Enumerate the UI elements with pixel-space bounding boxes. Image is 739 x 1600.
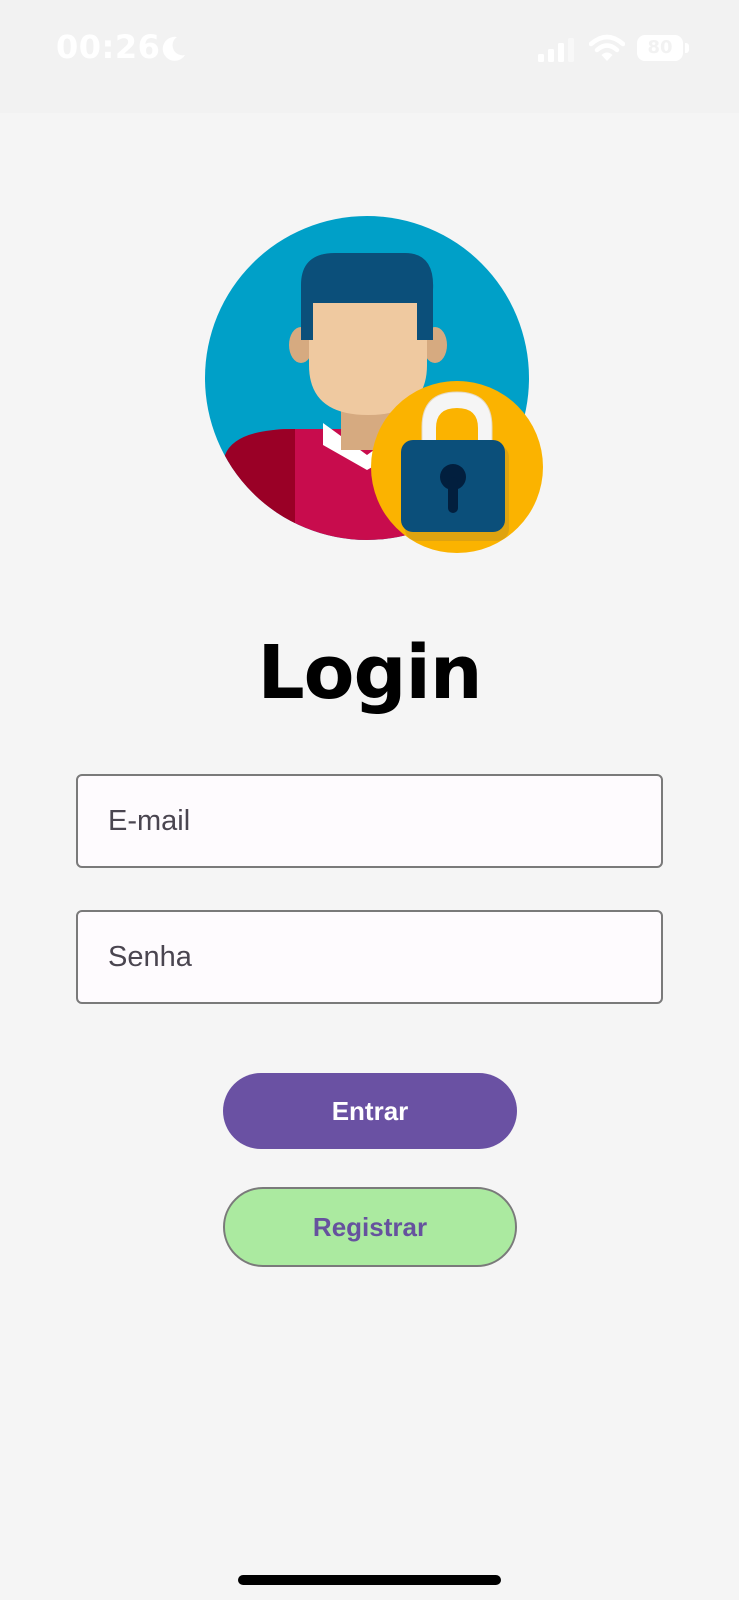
home-indicator[interactable] — [238, 1575, 501, 1585]
signal-icon — [538, 38, 574, 62]
status-time: 00:26 — [56, 28, 161, 66]
page-title: Login — [257, 630, 482, 716]
battery-tip — [685, 43, 689, 53]
status-bar: 00:26 80 — [0, 0, 739, 113]
user-lock-illustration — [205, 216, 543, 553]
moon-icon — [162, 36, 185, 61]
battery-level: 80 — [647, 37, 673, 58]
register-button[interactable]: Registrar — [223, 1187, 517, 1267]
wifi-icon — [589, 34, 625, 61]
email-field[interactable] — [76, 774, 663, 868]
login-button[interactable]: Entrar — [223, 1073, 517, 1149]
battery-icon: 80 — [637, 35, 689, 63]
password-field[interactable] — [76, 910, 663, 1004]
